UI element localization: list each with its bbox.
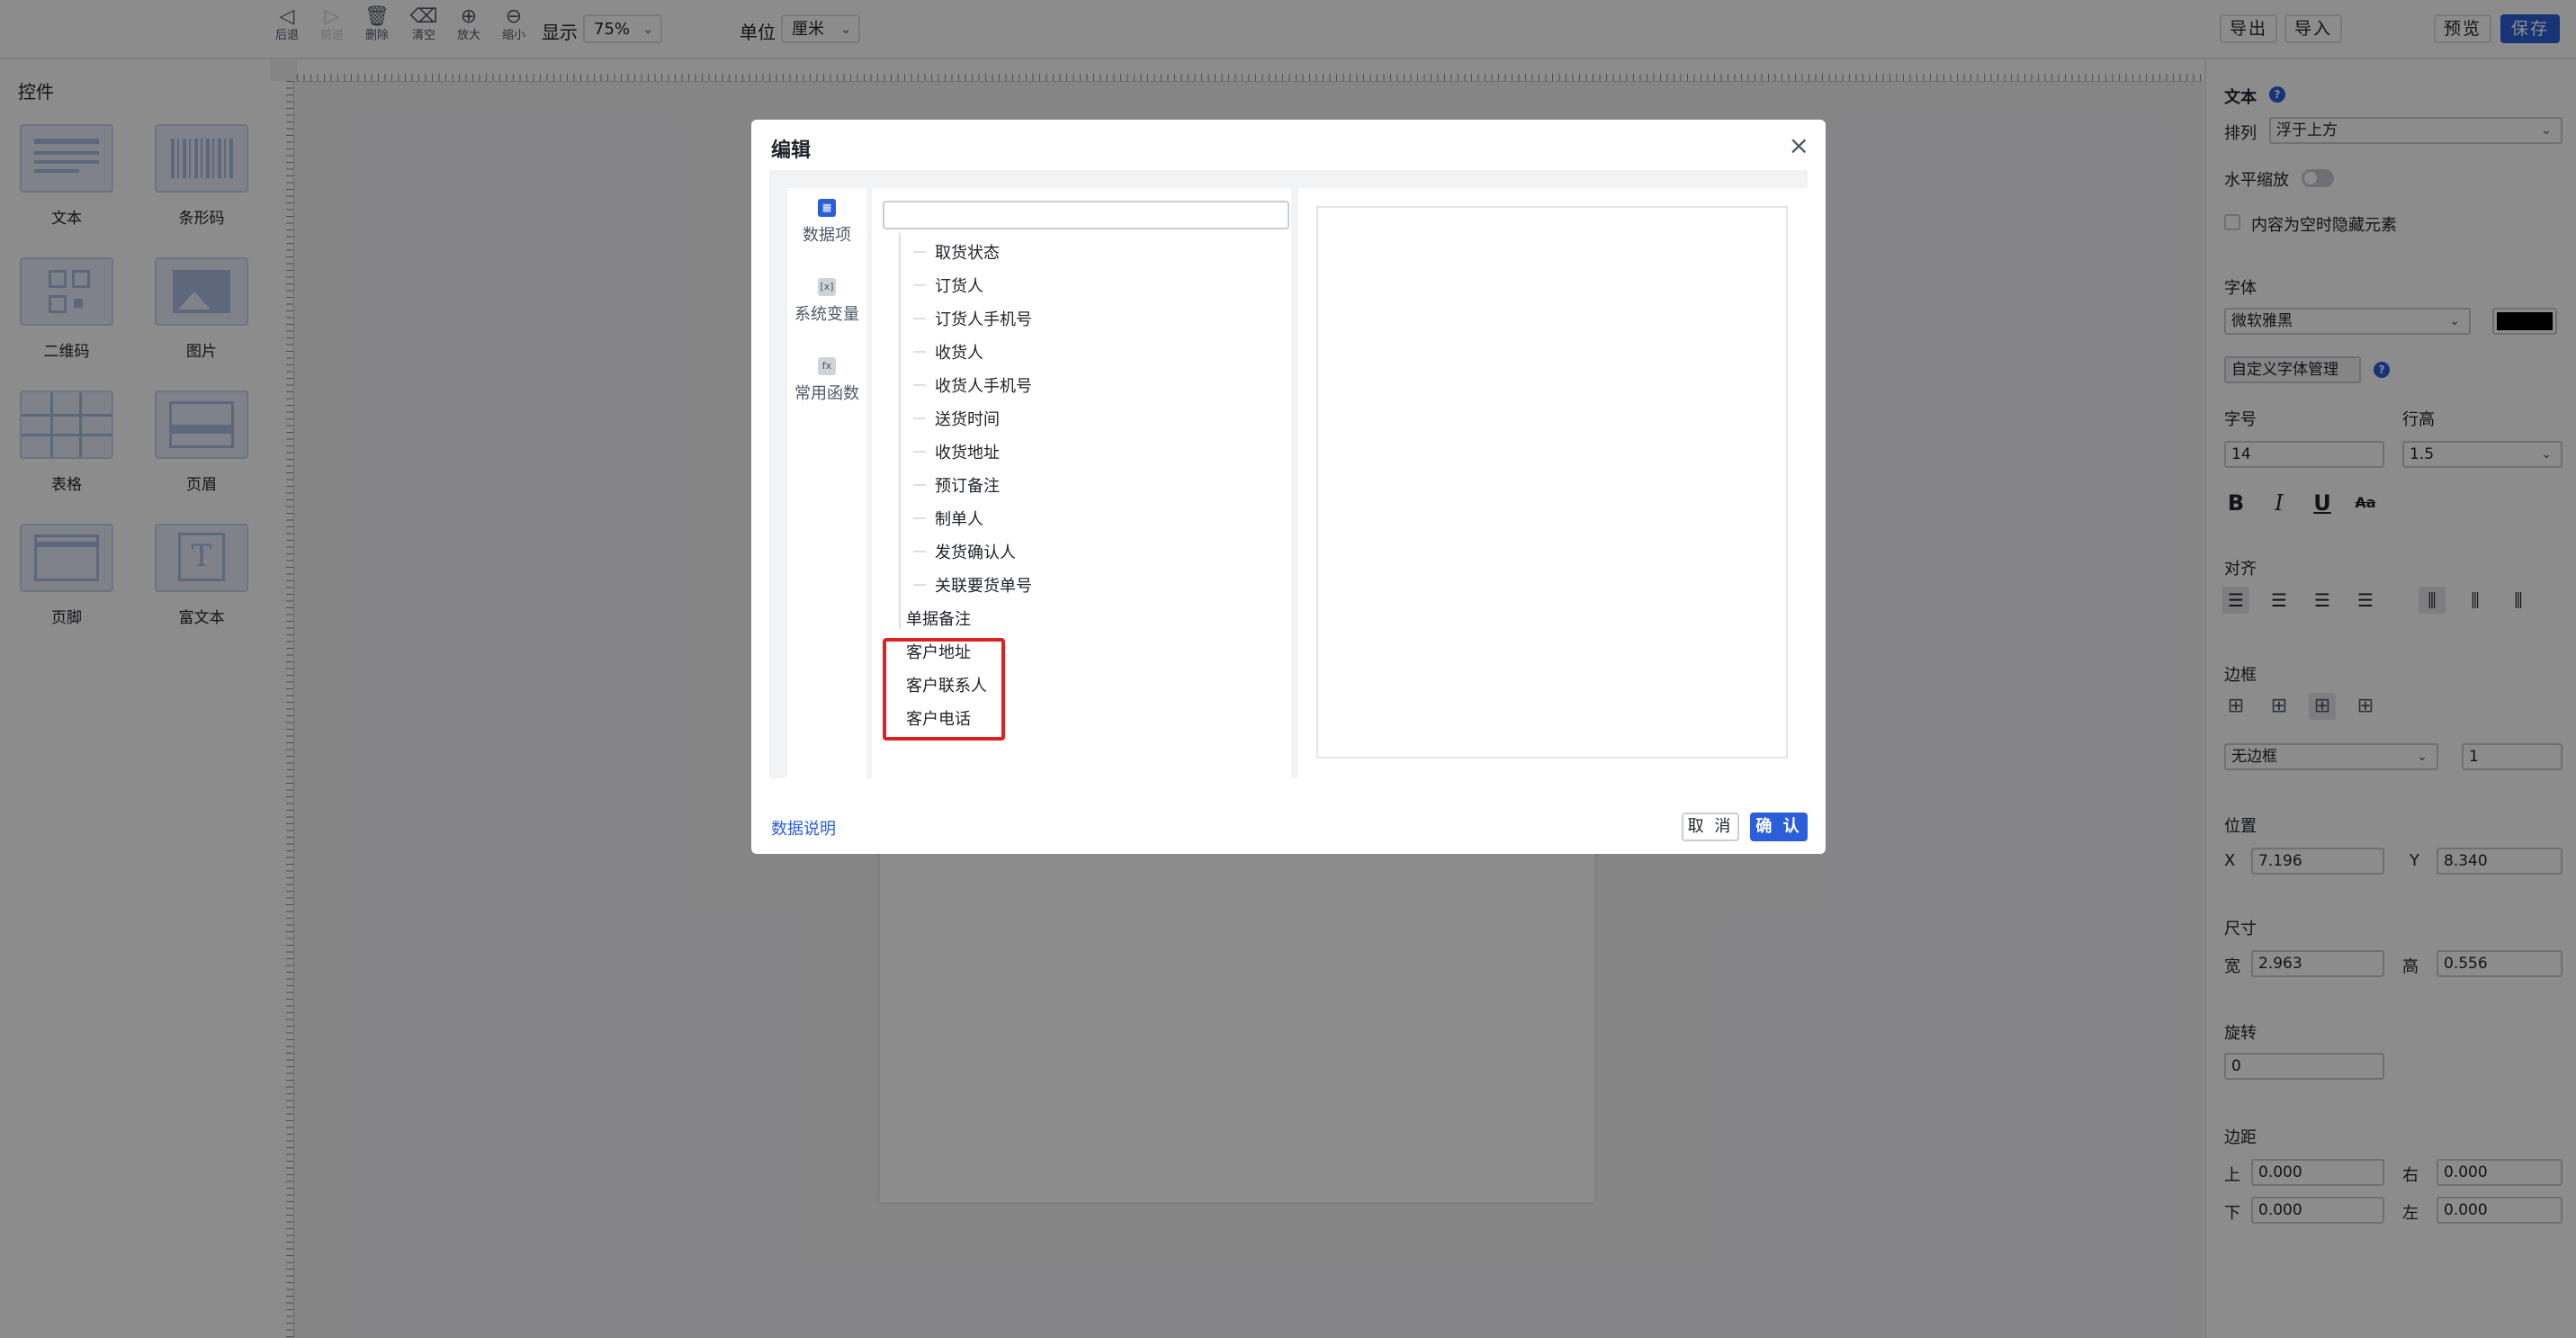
tree-item-orderer[interactable]: 订货人 (913, 274, 983, 297)
tree-item-creator[interactable]: 制单人 (913, 507, 983, 530)
dialog-body: ▦ 数据项 [x] 系统变量 fx 常用函数 取货状态 订货人 订货人手机号 收… (769, 170, 1808, 778)
tree-item-receiver[interactable]: 收货人 (913, 340, 983, 364)
app-window: ◁ 后退 ▷ 前进 🗑 删除 ⌫ 清空 ⊕ 放大 ⊖ 缩小 显示 75% ⌄ 单… (0, 0, 2576, 1338)
cancel-button[interactable]: 取 消 (1682, 813, 1739, 841)
variable-type-tabs: ▦ 数据项 [x] 系统变量 fx 常用函数 (787, 188, 866, 778)
expression-preview-panel (1298, 188, 1808, 778)
dialog-title: 编辑 (771, 139, 812, 162)
tree-item-delivery-address[interactable]: 收货地址 (913, 440, 1000, 463)
tab-data-items[interactable]: ▦ 数据项 (787, 188, 866, 267)
function-icon: fx (818, 357, 836, 375)
close-icon[interactable]: × (1789, 130, 1809, 160)
system-variable-icon: [x] (818, 278, 836, 296)
tree-item-receiver-phone[interactable]: 收货人手机号 (913, 373, 1032, 397)
data-item-icon: ▦ (818, 199, 836, 217)
tab-common-functions[interactable]: fx 常用函数 (787, 346, 866, 426)
highlight-annotation-box (883, 638, 1005, 741)
data-item-tree-panel: 取货状态 订货人 订货人手机号 收货人 收货人手机号 送货时间 收货地址 预订备… (872, 188, 1291, 778)
confirm-button[interactable]: 确 认 (1750, 813, 1808, 841)
tree-item-shipping-confirmer[interactable]: 发货确认人 (913, 540, 1016, 563)
tree-item-order-remark[interactable]: 预订备注 (913, 473, 1000, 497)
expression-editor[interactable] (1316, 206, 1788, 759)
tab-system-variables[interactable]: [x] 系统变量 (787, 267, 866, 346)
tree-item-related-request-no[interactable]: 关联要货单号 (913, 573, 1032, 597)
tree-guide-line (899, 233, 901, 629)
data-description-link[interactable]: 数据说明 (771, 816, 836, 840)
tree-item-document-remark[interactable]: 单据备注 (906, 606, 971, 630)
edit-dialog: 编辑 × ▦ 数据项 [x] 系统变量 fx 常用函数 取货状态 订货人 订货人… (751, 120, 1826, 854)
tree-item-delivery-time[interactable]: 送货时间 (913, 407, 1000, 430)
tree-item-pickup-status[interactable]: 取货状态 (913, 240, 1000, 264)
tree-search-input[interactable] (883, 201, 1289, 229)
tree-item-orderer-phone[interactable]: 订货人手机号 (913, 307, 1032, 330)
